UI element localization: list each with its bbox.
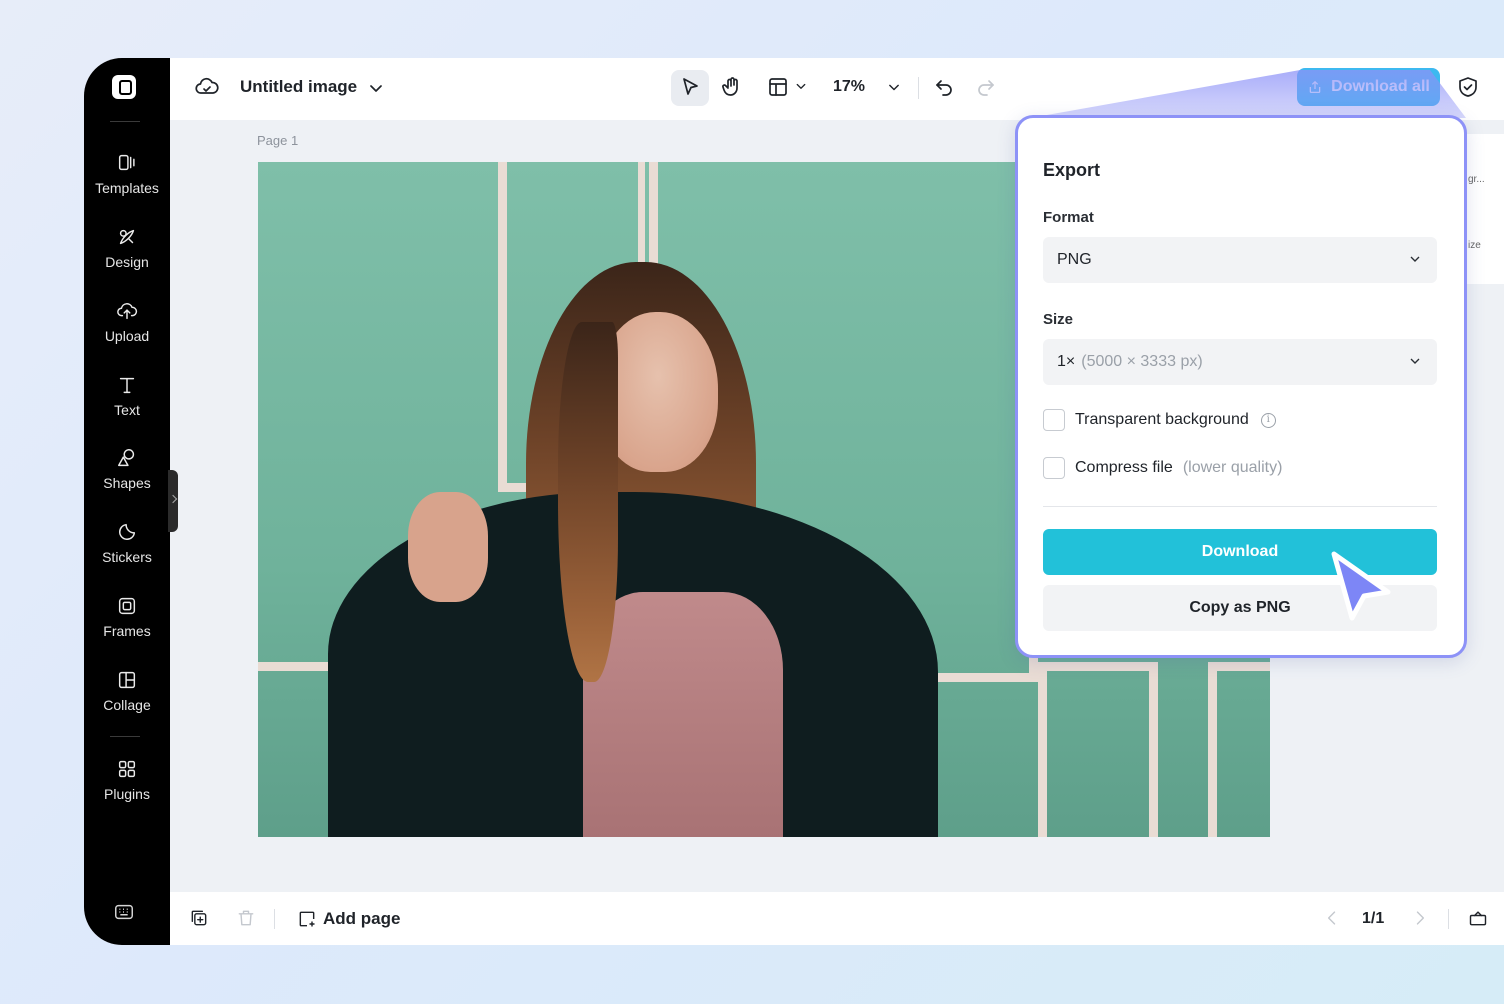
info-icon[interactable]: i xyxy=(1260,412,1276,428)
sidebar-item-label: Design xyxy=(105,254,149,270)
sidebar-divider xyxy=(110,736,140,737)
hair-strand xyxy=(558,322,618,682)
shapes-icon xyxy=(116,447,138,469)
app-logo[interactable] xyxy=(112,75,136,99)
add-page-label: Add page xyxy=(323,909,401,928)
compress-file-checkbox[interactable]: Compress file (lower quality) xyxy=(1043,457,1282,479)
stickers-icon xyxy=(116,521,138,543)
zoom-level[interactable]: 17% xyxy=(833,78,865,96)
plugins-icon xyxy=(116,758,138,780)
export-panel: Export Format PNG Size 1× (5000 × 3333 p… xyxy=(1015,115,1467,658)
left-sidebar: Templates Design Upload Text Shapes Stic… xyxy=(84,58,170,945)
transparent-background-checkbox[interactable]: Transparent background i xyxy=(1043,409,1276,431)
duplicate-page-icon[interactable] xyxy=(189,908,211,930)
bottom-divider xyxy=(274,909,275,929)
upload-icon xyxy=(116,300,138,322)
sidebar-item-templates[interactable]: Templates xyxy=(84,152,170,216)
document-title[interactable]: Untitled image xyxy=(240,77,357,97)
transparent-background-label: Transparent background xyxy=(1075,411,1249,428)
sidebar-item-design[interactable]: Design xyxy=(84,226,170,290)
add-page-icon xyxy=(299,911,315,927)
briefcase-icon[interactable] xyxy=(1468,908,1490,930)
download-all-button[interactable]: Download all xyxy=(1297,68,1440,106)
next-page-icon[interactable] xyxy=(1410,908,1432,930)
sidebar-item-collage[interactable]: Collage xyxy=(84,669,170,733)
pointer-icon[interactable] xyxy=(678,75,704,101)
right-strip-item[interactable]: ize xyxy=(1468,240,1481,251)
checkbox[interactable] xyxy=(1043,457,1065,479)
add-page-button[interactable]: Add page xyxy=(297,909,400,929)
layout-icon[interactable] xyxy=(766,75,792,101)
right-strip-item[interactable]: gr... xyxy=(1468,174,1485,185)
compress-file-label: Compress file xyxy=(1075,459,1173,476)
export-title: Export xyxy=(1043,160,1101,180)
sidebar-item-stickers[interactable]: Stickers xyxy=(84,521,170,585)
format-value: PNG xyxy=(1057,251,1092,268)
size-value: 1× xyxy=(1057,353,1076,370)
size-detail: (5000 × 3333 px) xyxy=(1081,353,1203,370)
layout-chevron-down-icon[interactable] xyxy=(792,77,818,103)
page-counter: 1/1 xyxy=(1362,910,1385,927)
compress-file-note: (lower quality) xyxy=(1182,459,1283,476)
sidebar-item-label: Collage xyxy=(103,697,151,713)
text-icon xyxy=(116,374,138,396)
sidebar-item-label: Upload xyxy=(104,328,150,344)
sidebar-item-label: Plugins xyxy=(104,786,150,802)
zoom-chevron-down-icon[interactable] xyxy=(884,77,910,103)
toolbar-divider xyxy=(918,77,919,99)
export-divider xyxy=(1043,506,1437,507)
wall-molding xyxy=(1208,662,1270,837)
keyboard-shortcuts-icon[interactable] xyxy=(113,901,135,923)
bottom-toolbar: Add page 1/1 xyxy=(170,892,1504,945)
hand xyxy=(408,492,488,602)
sidebar-divider xyxy=(110,121,140,122)
collage-icon xyxy=(116,669,138,691)
checkbox[interactable] xyxy=(1043,409,1065,431)
design-icon xyxy=(116,226,138,248)
cloud-sync-icon[interactable] xyxy=(195,75,221,101)
shield-check-icon[interactable] xyxy=(1456,75,1482,101)
sidebar-item-plugins[interactable]: Plugins xyxy=(84,758,170,822)
redo-icon[interactable] xyxy=(974,75,1000,101)
prev-page-icon[interactable] xyxy=(1322,908,1344,930)
share-upload-icon xyxy=(1309,80,1321,93)
undo-icon[interactable] xyxy=(932,75,958,101)
format-select[interactable]: PNG xyxy=(1043,237,1437,283)
format-label: Format xyxy=(1043,209,1094,226)
sidebar-item-label: Shapes xyxy=(103,475,151,491)
size-select[interactable]: 1× (5000 × 3333 px) xyxy=(1043,339,1437,385)
sidebar-collapse-handle[interactable] xyxy=(168,470,178,532)
sidebar-item-text[interactable]: Text xyxy=(84,374,170,438)
templates-icon xyxy=(116,152,138,174)
blouse xyxy=(583,592,783,837)
title-chevron-down-icon[interactable] xyxy=(364,76,390,102)
size-label: Size xyxy=(1043,311,1074,328)
sidebar-item-frames[interactable]: Frames xyxy=(84,595,170,659)
frames-icon xyxy=(116,595,138,617)
mouse-cursor-icon xyxy=(1331,551,1391,621)
wall-molding xyxy=(1038,662,1158,837)
top-toolbar: Untitled image 17% Download all xyxy=(170,58,1504,120)
chevron-down-icon xyxy=(1407,353,1423,369)
hand-tool-icon[interactable] xyxy=(720,75,746,101)
sidebar-item-label: Stickers xyxy=(102,549,152,565)
sidebar-item-upload[interactable]: Upload xyxy=(84,300,170,364)
page-label: Page 1 xyxy=(257,133,299,148)
sidebar-item-label: Templates xyxy=(95,180,159,196)
download-all-label: Download all xyxy=(1331,78,1430,95)
sidebar-item-label: Text xyxy=(114,402,140,418)
trash-icon[interactable] xyxy=(236,908,258,930)
chevron-down-icon xyxy=(1407,251,1423,267)
bottom-divider xyxy=(1448,909,1449,929)
sidebar-item-shapes[interactable]: Shapes xyxy=(84,447,170,511)
sidebar-item-label: Frames xyxy=(103,623,151,639)
